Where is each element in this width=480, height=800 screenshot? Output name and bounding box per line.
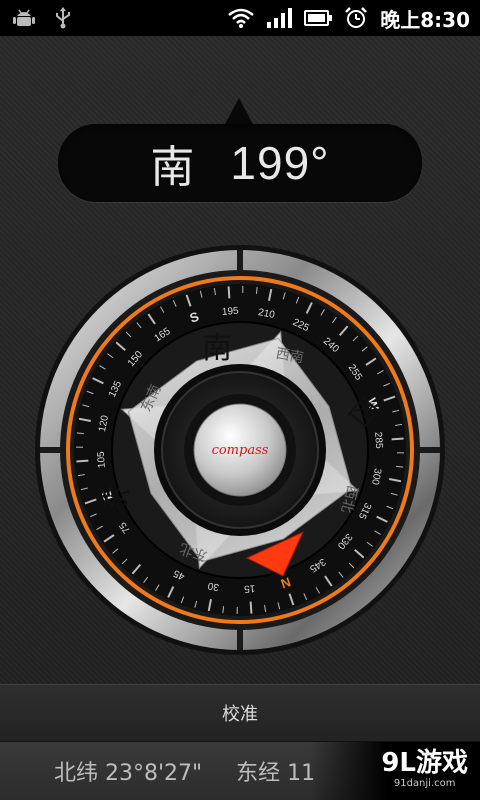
coordinates-bar: 北纬 23°8'27" 东经 11 9L游戏 91danji.com — [0, 742, 480, 800]
usb-icon — [56, 7, 70, 29]
wifi-icon — [228, 8, 255, 28]
heading-degrees: 199° — [230, 137, 330, 189]
tick-mark — [249, 601, 253, 614]
rose-south: 南 — [202, 331, 232, 366]
watermark-logo: 9L游戏 91danji.com — [381, 748, 468, 789]
bubble-pointer — [224, 98, 254, 126]
ring-number: 105 — [96, 451, 108, 469]
latitude-text: 北纬 23°8'27" — [54, 761, 203, 786]
status-bar: 晚上8:30 — [0, 0, 480, 36]
tick-mark — [76, 459, 89, 463]
heading-direction: 南 — [150, 142, 195, 193]
ring-number: 285 — [372, 432, 384, 450]
alarm-icon — [345, 7, 368, 28]
calibrate-label: 校准 — [222, 704, 258, 725]
android-icon — [13, 9, 35, 26]
ring-number: 15 — [243, 582, 255, 594]
longitude-text: 东经 11 — [236, 761, 316, 786]
heading-readout: 南 199° — [58, 92, 422, 202]
tick-mark — [391, 437, 404, 441]
status-time: 晚上8:30 — [380, 7, 470, 32]
signal-icon — [267, 8, 293, 28]
tick-mark — [227, 286, 231, 299]
battery-icon — [304, 10, 333, 26]
ring-number: 195 — [222, 306, 240, 318]
calibrate-button[interactable]: 校准 — [0, 684, 480, 742]
compass-dial[interactable]: 195 2102252402552853003153303451530457510… — [25, 240, 455, 660]
center-label: compass — [212, 443, 269, 458]
